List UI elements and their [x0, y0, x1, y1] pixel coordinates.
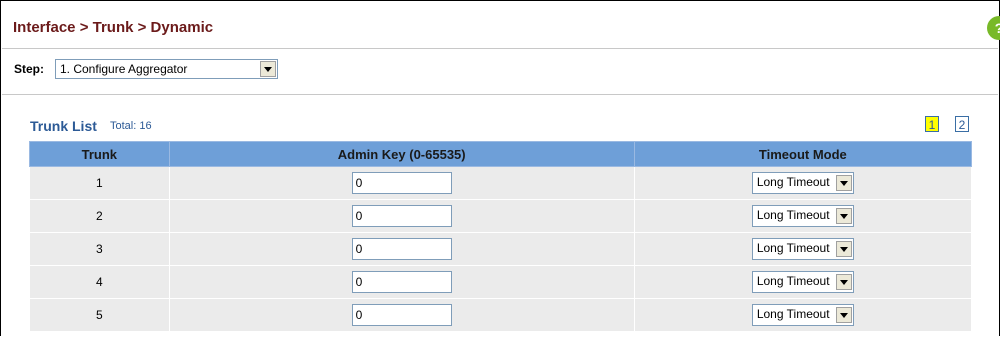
admin-key-cell: 0: [168, 232, 635, 266]
breadcrumb: Interface > Trunk > Dynamic: [13, 19, 214, 36]
chevron-down-icon[interactable]: [835, 241, 852, 257]
chevron-down-icon[interactable]: [835, 208, 852, 224]
trunk-id: 5: [29, 298, 170, 332]
help-icon[interactable]: ?: [987, 16, 1000, 40]
trunk-id: 3: [29, 232, 170, 266]
timeout-mode-select[interactable]: Long Timeout: [751, 271, 854, 293]
timeout-mode-select[interactable]: Long Timeout: [751, 205, 854, 227]
timeout-mode-select[interactable]: Long Timeout: [751, 238, 854, 260]
step-select-value: 1. Configure Aggregator: [60, 62, 188, 76]
timeout-mode-value: Long Timeout: [756, 307, 830, 321]
admin-key-input[interactable]: 0: [351, 304, 452, 326]
admin-key-cell: 0: [168, 166, 635, 200]
page-button-1[interactable]: 1: [925, 116, 939, 132]
page-button-2[interactable]: 2: [955, 116, 969, 132]
table-row: 2 0 Long Timeout: [29, 199, 973, 233]
trunk-id: 1: [29, 166, 170, 200]
admin-key-cell: 0: [168, 265, 635, 299]
column-header-timeout-mode: Timeout Mode: [633, 141, 973, 167]
timeout-mode-value: Long Timeout: [756, 241, 830, 255]
column-header-admin-key: Admin Key (0-65535): [168, 141, 635, 167]
admin-key-cell: 0: [168, 199, 635, 233]
step-select[interactable]: 1. Configure Aggregator: [55, 59, 278, 79]
timeout-mode-cell: Long Timeout: [633, 199, 973, 233]
trunk-id: 4: [29, 265, 170, 299]
admin-key-input[interactable]: 0: [351, 172, 452, 194]
trunk-total: Total: 16: [110, 120, 152, 132]
admin-key-input[interactable]: 0: [351, 238, 452, 260]
admin-key-cell: 0: [168, 298, 635, 332]
content-frame: Interface > Trunk > Dynamic ? Step: 1. C…: [0, 0, 1000, 336]
table-row: 1 0 Long Timeout: [29, 166, 973, 200]
column-header-trunk: Trunk: [29, 141, 170, 167]
timeout-mode-cell: Long Timeout: [633, 298, 973, 332]
table-row: 3 0 Long Timeout: [29, 232, 973, 266]
chevron-down-icon[interactable]: [835, 307, 852, 323]
admin-key-input[interactable]: 0: [351, 271, 452, 293]
chevron-down-icon[interactable]: [260, 61, 276, 77]
divider: [2, 94, 998, 95]
timeout-mode-select[interactable]: Long Timeout: [751, 304, 854, 326]
chevron-down-icon[interactable]: [835, 274, 852, 290]
title-bar: Interface > Trunk > Dynamic ?: [2, 2, 1000, 49]
step-label: Step:: [14, 62, 44, 76]
timeout-mode-value: Long Timeout: [756, 274, 830, 288]
trunk-list-title: Trunk List: [30, 118, 97, 134]
trunk-id: 2: [29, 199, 170, 233]
table-header-row: Trunk Admin Key (0-65535) Timeout Mode: [29, 141, 973, 167]
chevron-down-icon[interactable]: [835, 175, 852, 191]
trunk-table: Trunk Admin Key (0-65535) Timeout Mode 1…: [29, 141, 973, 332]
table-row: 4 0 Long Timeout: [29, 265, 973, 299]
timeout-mode-cell: Long Timeout: [633, 232, 973, 266]
timeout-mode-select[interactable]: Long Timeout: [751, 172, 854, 194]
timeout-mode-value: Long Timeout: [756, 175, 830, 189]
table-row: 5 0 Long Timeout: [29, 298, 973, 332]
timeout-mode-cell: Long Timeout: [633, 166, 973, 200]
timeout-mode-value: Long Timeout: [756, 208, 830, 222]
timeout-mode-cell: Long Timeout: [633, 265, 973, 299]
admin-key-input[interactable]: 0: [351, 205, 452, 227]
